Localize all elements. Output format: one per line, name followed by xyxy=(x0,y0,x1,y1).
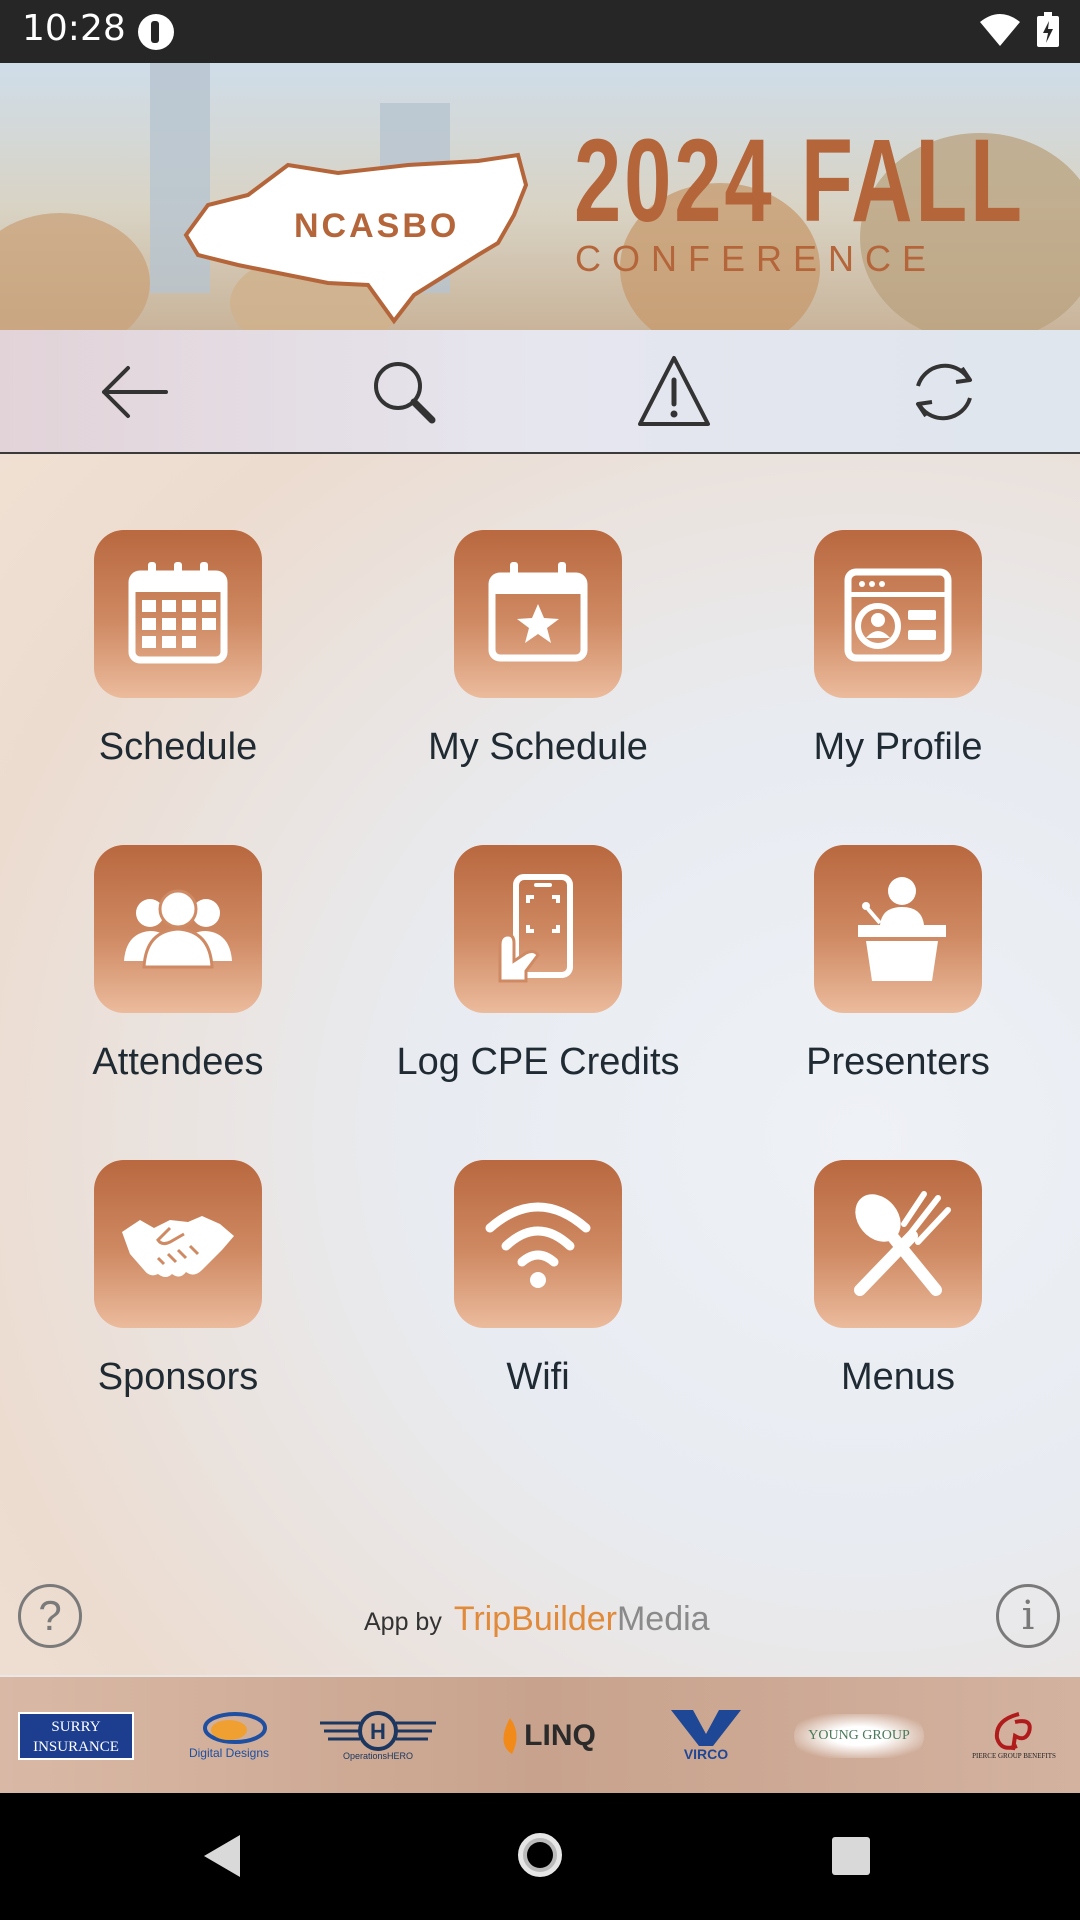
people-icon xyxy=(124,889,232,969)
arrow-left-icon xyxy=(102,366,168,418)
virco-v-icon xyxy=(671,1710,741,1746)
utensils-icon xyxy=(854,1191,951,1296)
app-by-credit[interactable]: App by TripBuilderMedia xyxy=(364,1600,710,1639)
conference-banner: NCASBO 2024 FALL CONFERENCE xyxy=(0,63,1080,330)
tile-my-schedule[interactable]: My Schedule xyxy=(370,530,670,810)
tile-icon-box xyxy=(454,845,622,1013)
tile-icon-box xyxy=(94,845,262,1013)
tree-graphic xyxy=(0,213,150,330)
calendar-icon xyxy=(128,562,228,664)
podium-icon xyxy=(858,877,946,981)
svg-text:H: H xyxy=(370,1719,386,1744)
back-button[interactable] xyxy=(94,352,174,432)
org-name: NCASBO xyxy=(294,207,460,245)
status-time: 10:28 xyxy=(22,8,126,49)
virco-text: VIRCO xyxy=(683,1746,729,1762)
battery-icon xyxy=(1037,12,1059,47)
help-button[interactable]: ? xyxy=(18,1584,82,1648)
alerts-button[interactable] xyxy=(634,352,714,432)
tile-icon-box xyxy=(814,845,982,1013)
sponsor-logo-young-group[interactable]: YOUNG GROUP xyxy=(794,1703,924,1769)
banner-subtitle: CONFERENCE xyxy=(575,238,938,279)
tile-log-cpe-credits[interactable]: Log CPE Credits xyxy=(370,845,680,1125)
tile-wifi[interactable]: Wifi xyxy=(370,1160,670,1440)
phone-scan-icon xyxy=(498,874,573,983)
main-content: Schedule My Schedule My Profile Attendee… xyxy=(0,330,1080,1675)
tile-label: Sponsors xyxy=(97,1356,259,1398)
linq-text: LINQ xyxy=(524,1719,596,1752)
refresh-icon xyxy=(916,363,972,421)
tile-label: My Profile xyxy=(813,726,983,768)
wifi-signal-icon xyxy=(980,14,1020,46)
tile-schedule[interactable]: Schedule xyxy=(10,530,310,810)
tile-my-profile[interactable]: My Profile xyxy=(730,530,1030,810)
sponsor-logo-virco[interactable]: VIRCO xyxy=(668,1703,744,1769)
wifi-icon xyxy=(485,1202,591,1288)
tile-label: Log CPE Credits xyxy=(396,1041,680,1083)
brand-media: Media xyxy=(616,1600,710,1638)
nav-home-icon[interactable] xyxy=(518,1833,562,1877)
tile-label: Schedule xyxy=(98,726,258,768)
digital-designs-swoosh-icon xyxy=(203,1712,267,1744)
nav-back-icon[interactable] xyxy=(200,1833,244,1879)
system-nav-bar xyxy=(0,1793,1080,1920)
search-button[interactable] xyxy=(364,352,444,432)
banner-title: 2024 FALL xyxy=(574,115,1025,247)
tile-label: Attendees xyxy=(92,1041,264,1083)
handshake-icon xyxy=(122,1216,234,1277)
refresh-button[interactable] xyxy=(904,352,984,432)
calendar-star-icon xyxy=(488,562,588,662)
tile-icon-box xyxy=(454,1160,622,1328)
operations-hero-emblem-icon: H xyxy=(320,1711,436,1751)
tile-label: Wifi xyxy=(506,1356,570,1398)
tile-label: Menus xyxy=(840,1356,956,1398)
surry-line1: SURRY xyxy=(51,1719,101,1735)
pierce-text: PIERCE GROUP BENEFITS xyxy=(972,1752,1056,1760)
brand-tripbuilder: TripBuilder xyxy=(453,1600,617,1638)
tile-icon-box xyxy=(94,530,262,698)
info-button[interactable]: i xyxy=(996,1584,1060,1648)
tile-icon-box xyxy=(814,530,982,698)
sponsor-logo-operations-hero[interactable]: H OperationsHERO xyxy=(318,1703,438,1769)
tile-attendees[interactable]: Attendees xyxy=(10,845,310,1125)
profile-card-icon xyxy=(844,568,952,662)
sponsor-logo-linq[interactable]: LINQ xyxy=(488,1703,608,1769)
app-notification-icon xyxy=(138,14,174,50)
tile-label: Presenters xyxy=(806,1041,990,1083)
tile-icon-box xyxy=(94,1160,262,1328)
sponsor-logo-surry[interactable]: SURRY INSURANCE xyxy=(18,1703,134,1769)
young-group-text: YOUNG GROUP xyxy=(794,1714,924,1758)
pierce-swirl-icon xyxy=(994,1712,1032,1751)
surry-logo: SURRY INSURANCE xyxy=(18,1712,134,1760)
tile-sponsors[interactable]: Sponsors xyxy=(10,1160,310,1440)
tile-label: My Schedule xyxy=(428,726,648,768)
tile-icon-box xyxy=(454,530,622,698)
surry-line2: INSURANCE xyxy=(33,1739,119,1755)
sponsor-logo-pierce[interactable]: PIERCE GROUP BENEFITS xyxy=(964,1703,1064,1769)
nav-recents-icon[interactable] xyxy=(832,1837,870,1875)
tile-presenters[interactable]: Presenters xyxy=(730,845,1030,1125)
operations-hero-text: OperationsHERO xyxy=(342,1751,414,1761)
feature-grid: Schedule My Schedule My Profile Attendee… xyxy=(0,456,1080,1460)
app-by-label: App by xyxy=(364,1608,442,1636)
tile-icon-box xyxy=(814,1160,982,1328)
linq-flame-icon xyxy=(503,1718,517,1754)
sponsor-strip: SURRY INSURANCE Digital Designs H Operat… xyxy=(0,1675,1080,1793)
tile-menus[interactable]: Menus xyxy=(730,1160,1030,1440)
status-bar: 10:28 xyxy=(0,0,1080,63)
digital-designs-text: Digital Designs xyxy=(188,1746,270,1760)
warning-icon xyxy=(638,356,710,426)
search-icon xyxy=(374,362,436,424)
sponsor-logo-digital-designs[interactable]: Digital Designs xyxy=(174,1703,284,1769)
toolbar xyxy=(0,330,1080,454)
